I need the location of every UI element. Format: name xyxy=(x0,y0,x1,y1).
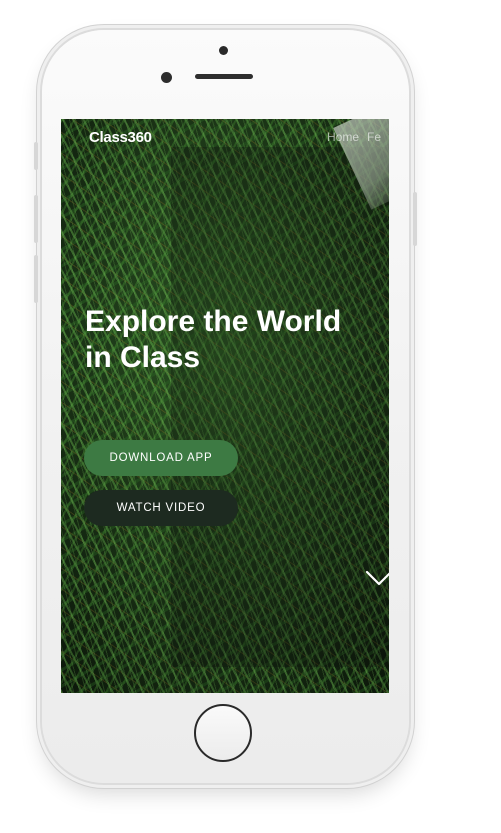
mute-switch xyxy=(34,142,38,170)
volume-down-button xyxy=(34,255,38,303)
hero-title: Explore the World in Class xyxy=(85,304,389,376)
background-overlay xyxy=(171,147,389,667)
nav-link-features[interactable]: Fe xyxy=(367,130,381,144)
download-app-button[interactable]: DOWNLOAD APP xyxy=(84,440,238,476)
phone-screen: Class360 Home Fe Explore the World in Cl… xyxy=(61,119,389,693)
hero-title-line-1: Explore the World xyxy=(85,305,342,338)
brand-logo[interactable]: Class360 xyxy=(89,129,152,146)
hero-title-line-2: in Class xyxy=(85,341,201,374)
earpiece-speaker xyxy=(195,74,253,79)
navbar: Class360 Home Fe xyxy=(61,119,389,157)
mockup-stage: Class360 Home Fe Explore the World in Cl… xyxy=(0,0,501,833)
volume-up-button xyxy=(34,195,38,243)
phone-frame: Class360 Home Fe Explore the World in Cl… xyxy=(34,30,417,783)
power-button xyxy=(413,192,417,246)
watch-video-button[interactable]: WATCH VIDEO xyxy=(84,490,238,526)
nav-link-home[interactable]: Home xyxy=(327,130,359,144)
chevron-down-icon[interactable] xyxy=(365,568,389,588)
front-camera xyxy=(161,72,172,83)
home-button[interactable] xyxy=(194,704,252,762)
top-sensor xyxy=(219,46,228,55)
nav-links: Home Fe xyxy=(327,130,381,144)
